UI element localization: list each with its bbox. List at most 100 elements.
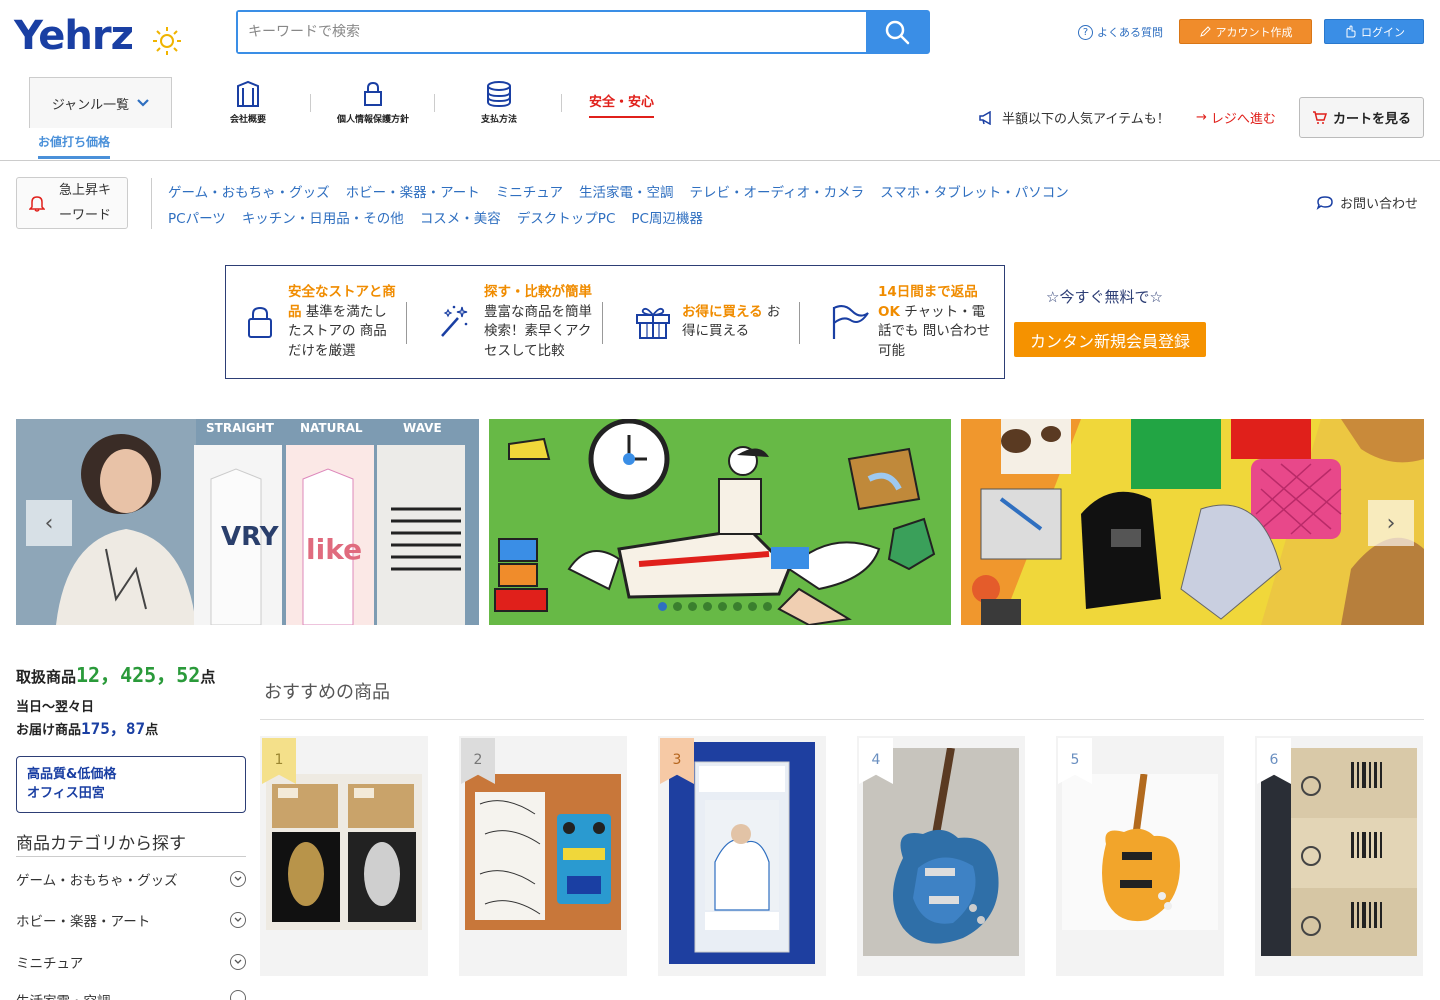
stat-unit: 点 (145, 723, 159, 738)
banner-slide-bags[interactable] (961, 419, 1424, 625)
carousel-dot[interactable] (658, 602, 667, 611)
nav-divider (434, 94, 435, 112)
sidebar-category-label: ホビー・楽器・アート (16, 914, 151, 930)
category-link[interactable]: キッチン・日用品・その他 (242, 207, 404, 227)
banner-bags-image (961, 419, 1424, 625)
feature-divider (406, 302, 407, 344)
stat-label: 取扱商品 (16, 668, 77, 686)
features-box: 安全なストアと商品 基準を満たしたストアの 商品だけを厳選 探す・比較が簡単 豊… (225, 265, 1005, 379)
create-account-button[interactable]: アカウント作成 (1179, 19, 1312, 44)
sidebar-category-item[interactable]: ホビー・楽器・アート (16, 910, 246, 930)
rank-number: 2 (473, 752, 483, 768)
genre-menu-button[interactable]: ジャンル一覧 (29, 77, 172, 128)
recommended-section-title: おすすめの商品 (264, 682, 390, 703)
stat-value: 12，425，52 (76, 663, 201, 687)
category-link[interactable]: ホビー・楽器・アート (346, 181, 480, 201)
carousel-dot[interactable] (748, 602, 757, 611)
nav-payment-methods[interactable]: 支払方法 (476, 80, 522, 125)
trending-label-line2: ーワード (58, 208, 111, 223)
carousel-dot[interactable] (703, 602, 712, 611)
signup-button[interactable]: カンタン新規会員登録 (1014, 322, 1206, 357)
sidebar-category-label: 生活家電・空調 (16, 990, 111, 1000)
category-link[interactable]: PC周辺機器 (631, 207, 703, 227)
category-link[interactable]: 生活家電・空調 (579, 181, 674, 201)
carousel-dot[interactable] (718, 602, 727, 611)
nav-label: 会社概要 (229, 115, 266, 125)
carousel-dot[interactable] (733, 602, 742, 611)
carousel-dot[interactable] (688, 602, 697, 611)
tab-negotiation-price[interactable]: お値打ち価格 (38, 133, 111, 159)
bell-icon (29, 196, 45, 212)
carousel-dot[interactable] (763, 602, 772, 611)
office-line2: オフィス田宮 (27, 786, 105, 801)
sidebar-category-item[interactable]: 生活家電・空調 (16, 990, 246, 1000)
nav-safety[interactable]: 安全・安心 (589, 91, 655, 118)
login-button[interactable]: ログイン (1324, 19, 1424, 44)
gift-icon (636, 307, 670, 339)
product-card[interactable]: 1 (260, 736, 428, 976)
carousel-dot[interactable] (673, 602, 682, 611)
rank-number: 6 (1269, 752, 1279, 768)
chevron-down-icon (230, 954, 246, 970)
login-label: ログイン (1361, 25, 1405, 39)
trending-keywords-button[interactable]: 急上昇キ ーワード (16, 177, 128, 229)
carousel-prev-button[interactable]: ‹ (26, 500, 72, 546)
sidebar-category-item[interactable]: ミニチュア (16, 952, 246, 972)
nav-company-info[interactable]: 会社概要 (224, 80, 272, 125)
contact-link[interactable]: お問い合わせ (1316, 193, 1418, 212)
search-button[interactable] (866, 12, 928, 52)
recommended-divider (260, 719, 1424, 720)
sidebar-category-item[interactable]: ゲーム・おもちゃ・グッズ (16, 869, 246, 889)
building-icon (237, 80, 259, 107)
category-link[interactable]: ミニチュア (496, 181, 563, 201)
pencil-icon (1199, 25, 1211, 37)
lock-icon (248, 306, 272, 338)
product-card[interactable]: 3 (658, 736, 826, 976)
chevron-down-icon (230, 871, 246, 887)
nav-privacy-policy[interactable]: 個人情報保護方針 (330, 80, 416, 125)
category-link[interactable]: コスメ・美容 (420, 207, 501, 227)
delivery-products-stat: 当日～翌々日 お届け商品175，87点 (16, 697, 158, 741)
product-card[interactable]: 6 (1255, 736, 1423, 976)
checkout-link[interactable]: → レジへ進む (1196, 108, 1276, 127)
stat-line: 当日～翌々日 (16, 700, 95, 715)
banner-slide-fashion[interactable]: VRY like STRAIGHT NATURAL WAVE (16, 419, 479, 625)
office-tamiya-banner[interactable]: 高品質&低価格 オフィス田宮 (16, 756, 246, 813)
magic-wand-icon (441, 305, 468, 337)
carousel-next-button[interactable]: › (1368, 500, 1414, 546)
category-link[interactable]: PCパーツ (168, 207, 226, 227)
category-link[interactable]: スマホ・タブレット・パソコン (880, 181, 1069, 201)
question-icon: ? (1078, 24, 1093, 40)
banner-slide-shoes[interactable] (489, 419, 951, 625)
category-link[interactable]: デスクトップPC (517, 207, 616, 227)
sun-icon (153, 27, 181, 55)
category-links-row-2: PCパーツ キッチン・日用品・その他 コスメ・美容 デスクトップPC PC周辺機… (168, 207, 703, 227)
chevron-down-icon (230, 990, 246, 1000)
rank-number: 1 (274, 752, 284, 768)
promo-banner-text[interactable]: 半額以下の人気アイテムも！ (978, 108, 1170, 127)
faq-link[interactable]: ? よくある質問 (1078, 24, 1163, 40)
flag-icon (832, 305, 869, 339)
view-cart-button[interactable]: カートを見る (1299, 97, 1424, 138)
product-card[interactable]: 2 (459, 736, 627, 976)
nav-divider (310, 94, 311, 112)
stat-label: お届け商品 (16, 723, 82, 738)
nav-label: 個人情報保護方針 (336, 115, 409, 125)
lock-icon (364, 81, 382, 106)
banner-label-straight: STRAIGHT (206, 421, 274, 435)
svg-text:VRY: VRY (221, 522, 280, 552)
category-link[interactable]: ゲーム・おもちゃ・グッズ (168, 181, 330, 201)
site-logo[interactable]: Yehrz (14, 14, 134, 58)
trending-label-line1: 急上昇キ (58, 183, 111, 198)
product-card[interactable]: 5 (1056, 736, 1224, 976)
chevron-left-icon: ‹ (44, 510, 54, 536)
sidebar-divider (16, 856, 246, 857)
chat-bubble-icon (1316, 195, 1333, 210)
search-input[interactable] (238, 12, 866, 52)
svg-text:like: like (306, 533, 362, 566)
banner-label-wave: WAVE (403, 421, 442, 435)
feature-easy-search: 探す・比較が簡単 豊富な商品を簡単検索！素早くアクセスして比較 (436, 266, 601, 378)
product-card[interactable]: 4 (857, 736, 1025, 976)
category-link[interactable]: テレビ・オーディオ・カメラ (690, 181, 865, 201)
chevron-right-icon: › (1386, 510, 1396, 536)
